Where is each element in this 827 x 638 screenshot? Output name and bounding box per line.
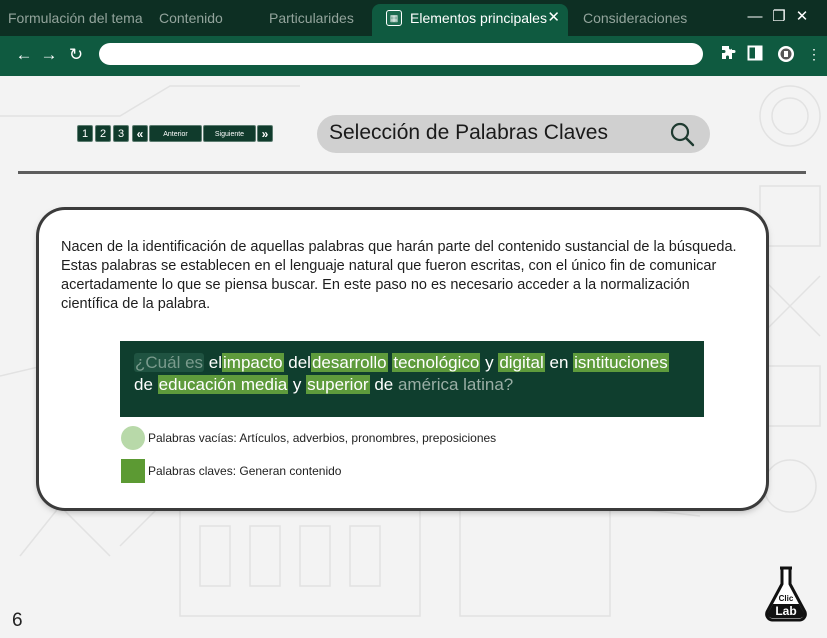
more-menu-icon[interactable]: ⋮ xyxy=(805,45,823,63)
browser-toolbar: ← → ↻ ⋮ xyxy=(0,36,827,76)
content-card: Nacen de la identificación de aquellas p… xyxy=(39,210,766,508)
slide-page: 1 2 3 « Anterior Siguiente » Selección d… xyxy=(0,76,827,638)
question-word: isntituciones xyxy=(573,353,669,372)
legend-label: Palabras vacías: Artículos, adverbios, p… xyxy=(148,431,497,445)
forward-arrow-icon[interactable]: → xyxy=(39,45,59,65)
close-window-icon[interactable]: ✕ xyxy=(791,6,813,28)
question-word: de xyxy=(374,375,394,394)
back-arrow-icon[interactable]: ← xyxy=(14,45,34,65)
question-word: tecnológico xyxy=(392,353,481,372)
tab-label: Contenido xyxy=(159,10,223,26)
legend-label: Palabras claves: Generan contenido xyxy=(148,464,342,478)
divider xyxy=(18,171,806,174)
close-tab-icon[interactable]: ✕ xyxy=(547,4,560,32)
question-word: ¿Cuál es xyxy=(134,353,205,372)
page-number: 6 xyxy=(12,610,23,631)
question-word: del xyxy=(288,353,311,372)
maximize-icon[interactable]: ❐ xyxy=(768,6,790,28)
empty-words-swatch xyxy=(121,426,145,450)
next-button[interactable]: Siguiente xyxy=(203,125,256,142)
question-word: y xyxy=(292,375,302,394)
page-3-button[interactable]: 3 xyxy=(113,125,129,142)
browser-tab-strip: Formulación del tema Contenido Particula… xyxy=(0,0,827,36)
minimize-icon[interactable]: — xyxy=(744,6,766,28)
address-bar[interactable] xyxy=(99,43,703,65)
logo-text-bottom: Lab xyxy=(775,604,796,618)
question-word: desarrollo xyxy=(310,353,388,372)
extensions-icon[interactable] xyxy=(719,45,737,63)
reload-icon[interactable]: ↻ xyxy=(66,45,86,65)
question-word: el xyxy=(208,353,222,372)
page-1-button[interactable]: 1 xyxy=(77,125,93,142)
previous-button[interactable]: Anterior xyxy=(149,125,202,142)
page-title: Selección de Palabras Claves xyxy=(329,121,608,144)
logo-text-top: Clic xyxy=(779,594,794,603)
site-favicon-icon: ▦ xyxy=(386,10,402,26)
question-word: américa latina? xyxy=(397,375,514,394)
double-chevron-left-icon[interactable]: « xyxy=(132,125,148,142)
example-question: ¿Cuál es elimpacto deldesarrollo tecnoló… xyxy=(120,341,704,417)
side-panel-icon[interactable] xyxy=(746,45,764,63)
tab-label: Consideraciones xyxy=(583,10,688,26)
question-word: y xyxy=(485,353,494,372)
double-chevron-right-icon[interactable]: » xyxy=(257,125,273,142)
tab-elementos-principales[interactable]: ▦ Elementos principales ✕ xyxy=(372,4,568,36)
tab-particularides[interactable]: Particularides xyxy=(269,0,369,36)
tab-label: Elementos principales xyxy=(410,10,547,26)
cliclab-logo-icon: Clic Lab xyxy=(765,566,807,622)
intro-paragraph: Nacen de la identificación de aquellas p… xyxy=(61,239,737,312)
tab-formulacion[interactable]: Formulación del tema xyxy=(8,0,158,36)
question-word: en xyxy=(549,353,569,372)
question-word: educación media xyxy=(157,375,289,394)
search-icon[interactable] xyxy=(669,121,695,147)
tab-label: Formulación del tema xyxy=(8,10,143,26)
tab-contenido[interactable]: Contenido xyxy=(159,0,259,36)
question-word: digital xyxy=(498,353,545,372)
page-2-button[interactable]: 2 xyxy=(95,125,111,142)
tab-label: Particularides xyxy=(269,10,354,26)
question-word: impacto xyxy=(222,353,284,372)
question-word: superior xyxy=(306,375,370,394)
profile-avatar-icon[interactable] xyxy=(777,45,795,63)
tab-consideraciones[interactable]: Consideraciones xyxy=(583,0,713,36)
key-words-swatch xyxy=(121,459,145,483)
question-word: de xyxy=(134,375,153,394)
section-title-pill: Selección de Palabras Claves xyxy=(317,115,710,153)
